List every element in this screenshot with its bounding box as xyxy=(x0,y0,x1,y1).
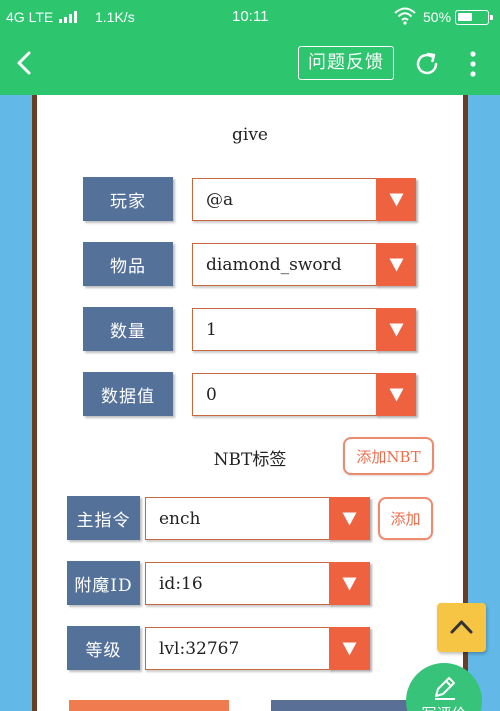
bottom-action-button-blue[interactable] xyxy=(271,700,419,711)
item-dropdown-button[interactable] xyxy=(376,243,416,286)
nbt-section-label: NBT标签 xyxy=(213,450,287,470)
network-indicator: 4G LTE xyxy=(6,9,54,25)
add-nbt-button[interactable]: 添加NBT xyxy=(343,437,434,475)
data-value-field[interactable]: 0 xyxy=(192,373,378,416)
status-bar: 4G LTE 1.1K/s 10:11 50% xyxy=(0,0,500,34)
item-field[interactable]: diamond_sword xyxy=(192,243,378,286)
dropdown-arrow-icon xyxy=(389,258,403,271)
main-command-label: 主指令 xyxy=(67,496,140,540)
write-review-label: 写评价 xyxy=(406,703,482,711)
data-value-label: 数据值 xyxy=(83,372,173,416)
main-command-dropdown-button[interactable] xyxy=(329,497,370,540)
level-dropdown-button[interactable] xyxy=(329,627,370,670)
quantity-label: 数量 xyxy=(83,307,173,351)
dropdown-arrow-icon xyxy=(389,323,403,336)
chevron-up-icon xyxy=(450,620,473,634)
item-label: 物品 xyxy=(83,242,173,286)
enchant-id-dropdown-button[interactable] xyxy=(329,562,370,605)
data-value-dropdown-button[interactable] xyxy=(376,373,416,416)
wifi-icon xyxy=(394,7,416,25)
level-field[interactable]: lvl:32767 xyxy=(145,627,331,670)
level-label: 等级 xyxy=(67,626,140,670)
dropdown-arrow-icon xyxy=(342,642,357,655)
quantity-dropdown-button[interactable] xyxy=(376,308,416,351)
quantity-field[interactable]: 1 xyxy=(192,308,378,351)
back-icon[interactable] xyxy=(10,48,40,78)
scroll-to-top-button[interactable] xyxy=(437,603,486,652)
enchant-id-label: 附魔ID xyxy=(67,561,140,605)
clock: 10:11 xyxy=(232,8,269,25)
player-dropdown-button[interactable] xyxy=(376,178,416,221)
dropdown-arrow-icon xyxy=(342,512,357,525)
bottom-action-button-orange[interactable] xyxy=(69,700,229,711)
add-button[interactable]: 添加 xyxy=(378,497,433,540)
main-command-field[interactable]: ench xyxy=(145,497,331,540)
dropdown-arrow-icon xyxy=(342,577,357,590)
refresh-icon[interactable] xyxy=(413,50,441,78)
command-title: give xyxy=(232,125,268,145)
battery-percent: 50% xyxy=(423,9,452,25)
dropdown-arrow-icon xyxy=(389,388,403,401)
signal-icon xyxy=(59,11,77,23)
dropdown-arrow-icon xyxy=(389,193,403,206)
network-speed: 1.1K/s xyxy=(95,9,135,25)
app-header: 问题反馈 xyxy=(0,34,500,95)
player-field[interactable]: @a xyxy=(192,178,378,221)
pencil-icon xyxy=(435,677,455,700)
feedback-button[interactable]: 问题反馈 xyxy=(298,46,394,80)
enchant-id-field[interactable]: id:16 xyxy=(145,562,331,605)
more-icon[interactable] xyxy=(468,50,478,78)
battery-icon xyxy=(455,10,493,25)
player-label: 玩家 xyxy=(83,177,173,221)
